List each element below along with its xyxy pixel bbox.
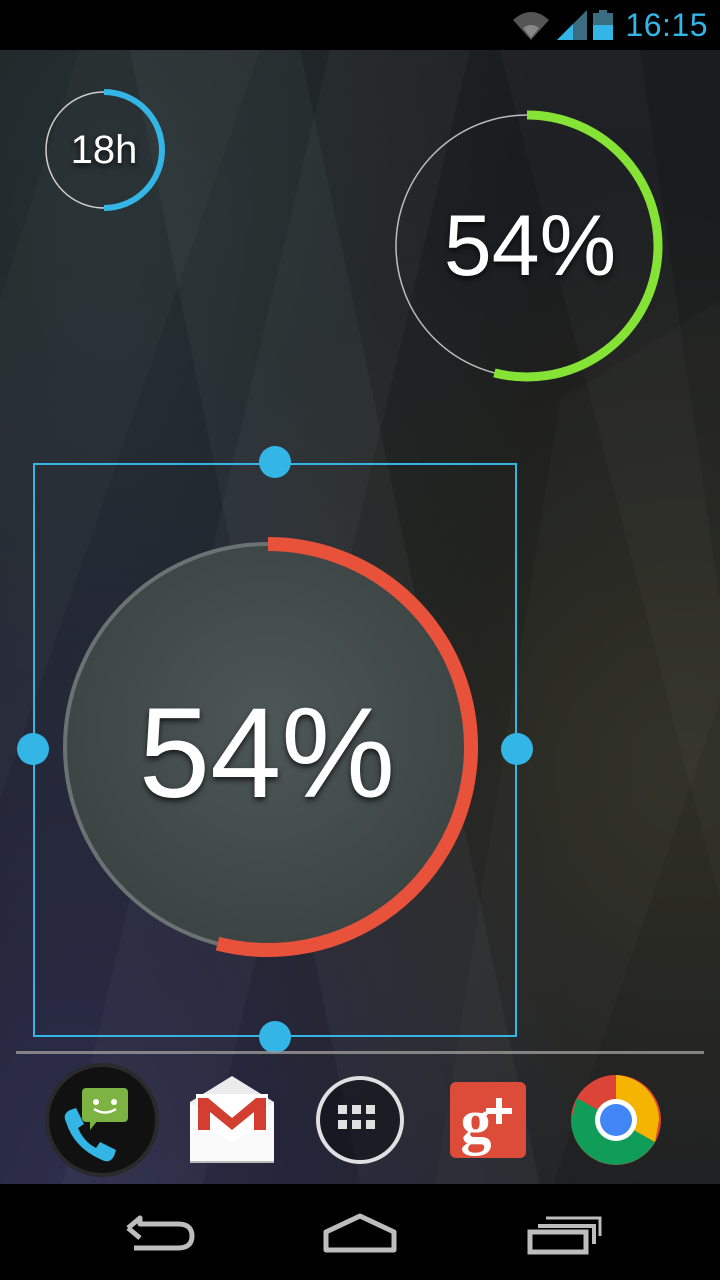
recents-icon: [527, 1216, 602, 1255]
gmail-icon: [190, 1076, 274, 1163]
time-remaining-label: 18h: [70, 127, 138, 172]
resize-handle-right[interactable]: [501, 733, 533, 765]
dock-app-gmail[interactable]: [174, 1062, 290, 1178]
back-icon: [126, 1215, 195, 1251]
back-button[interactable]: [100, 1204, 220, 1264]
signal-icon: [557, 10, 588, 40]
battery-percent-green: 54%: [443, 198, 617, 294]
google-plus-icon: g: [450, 1082, 526, 1158]
recents-button[interactable]: [502, 1204, 622, 1264]
dock-app-phone[interactable]: [44, 1062, 160, 1178]
home-screen: 16:15 18h 54% 54% g: [0, 0, 720, 1280]
battery-widget-red[interactable]: 54%: [58, 530, 488, 965]
dock-app-chrome[interactable]: [558, 1062, 674, 1178]
battery-widget-green[interactable]: 54%: [393, 104, 673, 389]
dock: g: [0, 1062, 720, 1180]
app-drawer-icon: [316, 1076, 404, 1164]
wifi-icon: [513, 12, 550, 40]
home-icon: [323, 1213, 397, 1253]
dock-app-drawer[interactable]: [302, 1062, 418, 1178]
phone-sms-icon: [45, 1063, 159, 1177]
dock-divider: [16, 1051, 704, 1054]
battery-time-widget[interactable]: 18h: [44, 86, 172, 214]
battery-icon: [593, 10, 614, 40]
svg-text:g: g: [461, 1088, 492, 1156]
dock-app-googleplus[interactable]: g: [430, 1062, 546, 1178]
status-bar: 16:15: [0, 0, 720, 50]
status-clock: 16:15: [625, 6, 708, 43]
home-button[interactable]: [300, 1204, 420, 1264]
battery-percent-red: 54%: [138, 682, 396, 825]
resize-handle-top[interactable]: [259, 446, 291, 478]
chrome-icon: [571, 1075, 661, 1165]
navigation-bar: [0, 1184, 720, 1280]
resize-handle-left[interactable]: [17, 733, 49, 765]
resize-handle-bottom[interactable]: [259, 1021, 291, 1053]
